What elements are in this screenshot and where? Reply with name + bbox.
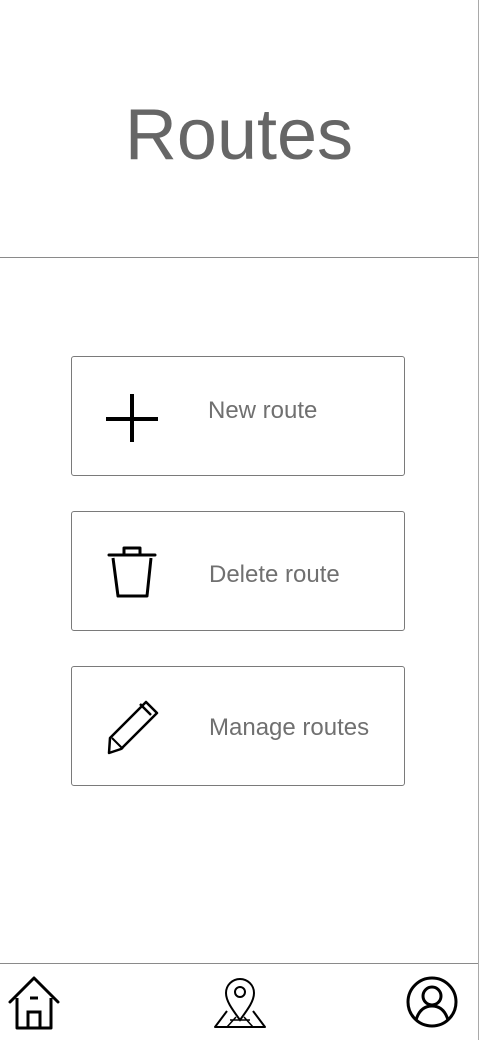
trash-icon	[102, 542, 162, 602]
delete-route-button[interactable]: Delete route	[71, 511, 405, 631]
window-edge	[478, 0, 479, 1040]
nav-profile[interactable]	[404, 974, 460, 1030]
map-pin-icon	[212, 974, 268, 1030]
header: Routes	[0, 0, 478, 258]
page-title: Routes	[124, 94, 354, 175]
nav-map[interactable]	[212, 974, 268, 1030]
plus-icon	[102, 387, 162, 447]
user-profile-icon	[404, 974, 460, 1030]
manage-routes-button[interactable]: Manage routes	[71, 666, 405, 786]
nav-home[interactable]	[6, 974, 62, 1030]
routes-screen: Routes New route Delete route Manage rou…	[0, 0, 482, 1040]
bottom-navigation	[0, 963, 478, 1040]
home-icon	[6, 974, 62, 1030]
new-route-label: New route	[208, 397, 318, 424]
new-route-button[interactable]: New route	[71, 356, 405, 476]
delete-route-label: Delete route	[209, 561, 340, 588]
pencil-icon	[102, 697, 162, 757]
manage-routes-label: Manage routes	[209, 714, 370, 741]
